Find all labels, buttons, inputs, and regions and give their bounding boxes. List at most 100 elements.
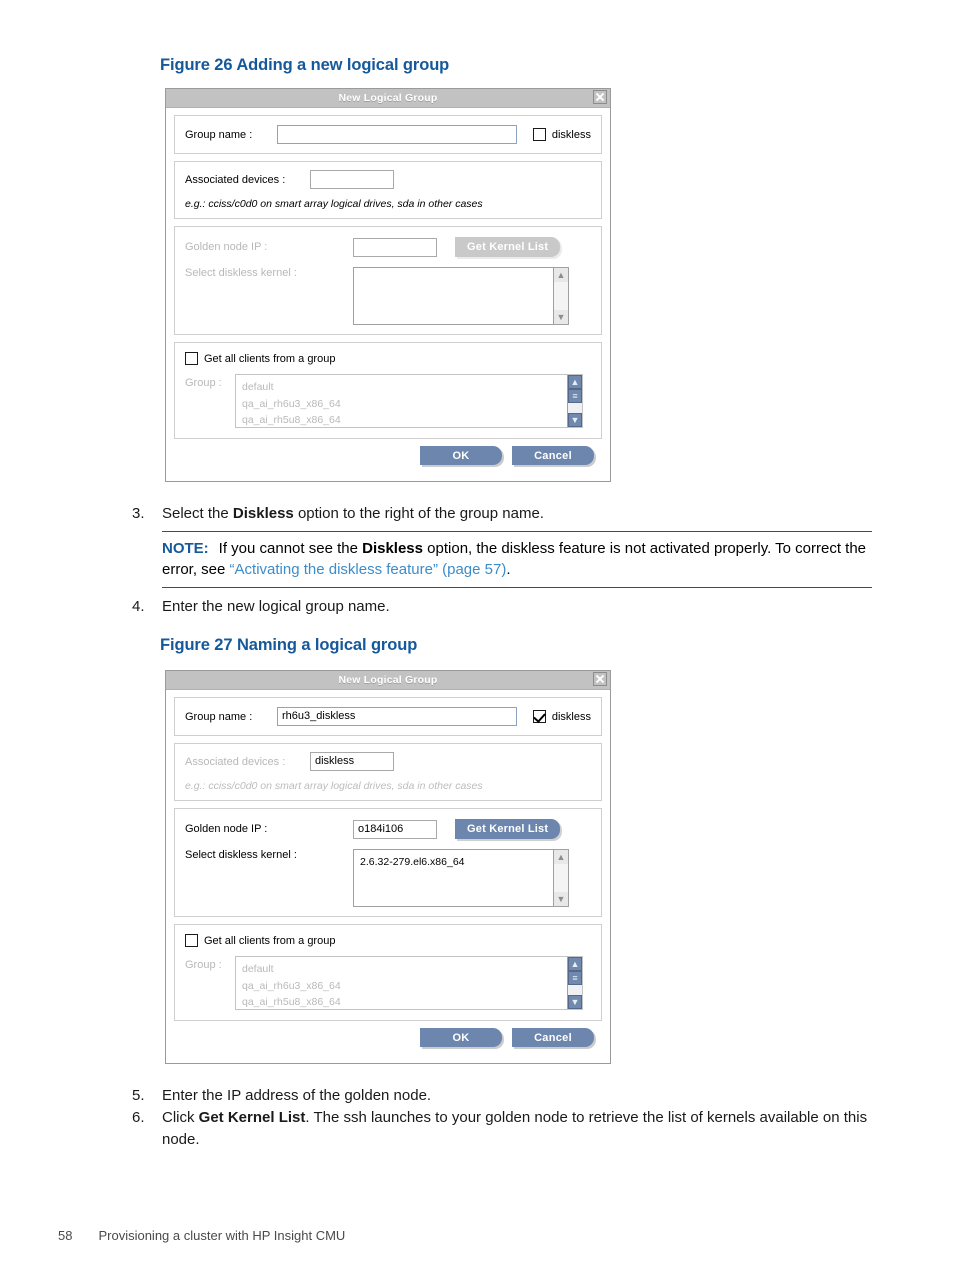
- step-5-number: 5.: [132, 1087, 145, 1104]
- step-3-text-c: option to the right of the group name.: [293, 505, 544, 522]
- note-text-d: .: [506, 561, 511, 578]
- step-6: 6. Click Get Kernel List. The ssh launch…: [132, 1107, 872, 1151]
- list-item[interactable]: default: [242, 379, 576, 396]
- scroll-track[interactable]: [568, 403, 582, 413]
- list-item[interactable]: 2.6.32-279.el6.x86_64: [360, 854, 562, 871]
- scroll-down-icon[interactable]: ▼: [554, 892, 568, 906]
- scroll-track[interactable]: [554, 864, 568, 892]
- golden-node-ip-input[interactable]: o184i106: [353, 819, 437, 839]
- group-list-scrollbar[interactable]: ▲ ≡ ▼: [567, 375, 582, 427]
- step-6-text-a: Click: [162, 1109, 199, 1126]
- kernel-list-scrollbar[interactable]: ▲ ▼: [553, 268, 568, 324]
- scroll-track[interactable]: [568, 985, 582, 995]
- note-text-bold: Diskless: [362, 540, 423, 557]
- steps-block-upper: 3. Select the Diskless option to the rig…: [132, 503, 872, 618]
- scroll-track[interactable]: [554, 282, 568, 310]
- cancel-button[interactable]: Cancel: [512, 446, 594, 465]
- dialog-footer: OK Cancel: [174, 1025, 602, 1055]
- dialog-footer: OK Cancel: [174, 443, 602, 473]
- figure-27-caption: Figure 27 Naming a logical group: [160, 636, 418, 654]
- golden-node-panel: Golden node IP : o184i106 Get Kernel Lis…: [174, 808, 602, 917]
- list-item[interactable]: default: [242, 961, 576, 978]
- step-3-text-bold: Diskless: [232, 505, 294, 522]
- associated-devices-input[interactable]: diskless: [310, 752, 394, 771]
- new-logical-group-dialog-1: New Logical Group Group name : diskless …: [165, 88, 611, 482]
- get-kernel-list-button[interactable]: Get Kernel List: [455, 819, 561, 839]
- associated-devices-hint: e.g.: cciss/c0d0 on smart array logical …: [185, 198, 483, 210]
- cancel-button[interactable]: Cancel: [512, 1028, 594, 1047]
- step-4-number: 4.: [132, 598, 145, 615]
- dialog-title: New Logical Group: [338, 92, 438, 104]
- close-icon[interactable]: [593, 672, 607, 686]
- scroll-down-icon[interactable]: ▼: [568, 995, 582, 1009]
- group-name-label: Group name :: [185, 128, 253, 141]
- group-name-panel: Group name : rh6u3_diskless diskless: [174, 697, 602, 736]
- group-label: Group :: [185, 377, 222, 389]
- get-all-clients-label: Get all clients from a group: [204, 352, 336, 365]
- associated-devices-label: Associated devices :: [185, 755, 286, 768]
- step-3-number: 3.: [132, 505, 145, 522]
- kernel-list-scrollbar[interactable]: ▲ ▼: [553, 850, 568, 906]
- golden-node-ip-label: Golden node IP :: [185, 823, 268, 835]
- step-3-text: Select the Diskless option to the right …: [162, 503, 872, 525]
- steps-block-lower: 5. Enter the IP address of the golden no…: [132, 1085, 872, 1151]
- select-diskless-kernel-label: Select diskless kernel :: [185, 849, 297, 861]
- step-3: 3. Select the Diskless option to the rig…: [132, 503, 872, 525]
- note-cross-reference-link[interactable]: “Activating the diskless feature” (page …: [230, 561, 507, 578]
- group-name-input[interactable]: [277, 125, 517, 144]
- dialog-body: Group name : diskless Associated devices…: [166, 108, 610, 481]
- step-6-number: 6.: [132, 1109, 145, 1126]
- scroll-up-icon[interactable]: ▲: [568, 375, 582, 389]
- golden-node-ip-input[interactable]: [353, 237, 437, 257]
- scroll-down-icon[interactable]: ▼: [568, 413, 582, 427]
- group-name-input[interactable]: rh6u3_diskless: [277, 707, 517, 726]
- group-name-label: Group name :: [185, 710, 253, 723]
- kernel-listbox[interactable]: 2.6.32-279.el6.x86_64 ▲ ▼: [353, 849, 569, 907]
- group-name-panel: Group name : diskless: [174, 115, 602, 154]
- ok-button[interactable]: OK: [420, 446, 502, 465]
- get-all-clients-checkbox[interactable]: [185, 934, 198, 947]
- group-listbox[interactable]: default qa_ai_rh6u3_x86_64 qa_ai_rh5u8_x86…: [235, 374, 583, 428]
- dialog-title: New Logical Group: [338, 674, 438, 686]
- scroll-thumb[interactable]: ≡: [568, 389, 582, 403]
- list-item[interactable]: qa_ai_rh5u8_x86_64: [242, 994, 576, 1009]
- scroll-up-icon[interactable]: ▲: [568, 957, 582, 971]
- running-head: Provisioning a cluster with HP Insight C…: [98, 1228, 346, 1243]
- list-item[interactable]: qa_ai_rh5u8_x86_64: [242, 412, 576, 427]
- group-list-items: default qa_ai_rh6u3_x86_64 qa_ai_rh5u8_x86…: [236, 957, 582, 1009]
- list-item[interactable]: qa_ai_rh6u3_x86_64: [242, 978, 576, 995]
- group-list-scrollbar[interactable]: ▲ ≡ ▼: [567, 957, 582, 1009]
- associated-devices-label: Associated devices :: [185, 173, 286, 186]
- diskless-checkbox[interactable]: [532, 128, 546, 141]
- list-item[interactable]: qa_ai_rh6u3_x86_64: [242, 396, 576, 413]
- group-label: Group :: [185, 959, 222, 971]
- step-4-text: Enter the new logical group name.: [162, 598, 390, 615]
- dialog-titlebar: New Logical Group: [166, 89, 610, 108]
- scroll-down-icon[interactable]: ▼: [554, 310, 568, 324]
- scroll-up-icon[interactable]: ▲: [554, 268, 568, 282]
- associated-devices-panel: Associated devices : diskless e.g.: ccis…: [174, 743, 602, 801]
- golden-node-panel: Golden node IP : Get Kernel List Select …: [174, 226, 602, 335]
- note-text-a: If you cannot see the: [218, 540, 363, 557]
- associated-devices-hint: e.g.: cciss/c0d0 on smart array logical …: [185, 780, 483, 792]
- associated-devices-panel: Associated devices : e.g.: cciss/c0d0 on…: [174, 161, 602, 219]
- get-kernel-list-button[interactable]: Get Kernel List: [455, 237, 561, 257]
- document-page: Figure 26 Adding a new logical group New…: [0, 0, 954, 1271]
- diskless-checkbox[interactable]: [532, 710, 546, 723]
- dialog-titlebar: New Logical Group: [166, 671, 610, 690]
- page-number: 58: [58, 1228, 73, 1243]
- kernel-list-items: [354, 268, 568, 276]
- figure-26-caption: Figure 26 Adding a new logical group: [160, 56, 450, 74]
- get-all-clients-checkbox[interactable]: [185, 352, 198, 365]
- close-icon[interactable]: [593, 90, 607, 104]
- group-listbox[interactable]: default qa_ai_rh6u3_x86_64 qa_ai_rh5u8_x86…: [235, 956, 583, 1010]
- step-3-text-a: Select the: [162, 505, 233, 522]
- select-diskless-kernel-label: Select diskless kernel :: [185, 267, 297, 279]
- scroll-up-icon[interactable]: ▲: [554, 850, 568, 864]
- kernel-listbox[interactable]: ▲ ▼: [353, 267, 569, 325]
- step-4: 4. Enter the new logical group name.: [132, 596, 872, 618]
- associated-devices-input[interactable]: [310, 170, 394, 189]
- scroll-thumb[interactable]: ≡: [568, 971, 582, 985]
- golden-node-ip-label: Golden node IP :: [185, 241, 268, 253]
- ok-button[interactable]: OK: [420, 1028, 502, 1047]
